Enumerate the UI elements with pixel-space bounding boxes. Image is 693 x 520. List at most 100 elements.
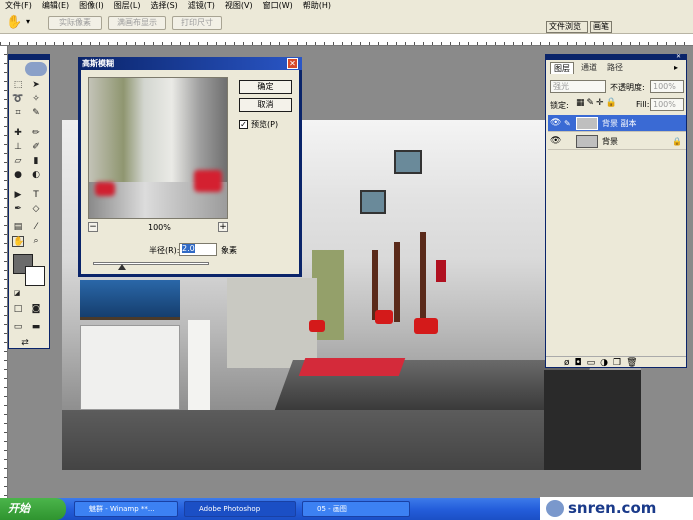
hand-tool-icon[interactable]: ✋ <box>6 15 22 30</box>
tab-layers[interactable]: 图层 <box>550 62 574 74</box>
menu-window[interactable]: 窗口(W) <box>258 0 298 12</box>
blur-preview[interactable] <box>88 77 228 219</box>
print-size-button[interactable]: 打印尺寸 <box>172 16 222 30</box>
fit-screen-button[interactable]: 满画布显示 <box>108 16 166 30</box>
layer-thumbnail <box>576 135 598 148</box>
watermark-text: snren.com <box>568 499 657 517</box>
eyedropper-icon[interactable]: ⁄ <box>30 222 42 233</box>
lock-icons[interactable]: ▦✎✛🔒 <box>576 98 619 108</box>
radius-slider-thumb[interactable] <box>118 264 126 270</box>
gradient-tool-icon[interactable]: ▮ <box>30 156 42 167</box>
tab-channels[interactable]: 通道 <box>578 62 600 74</box>
menu-help[interactable]: 帮助(H) <box>298 0 336 12</box>
menu-layer[interactable]: 图层(L) <box>109 0 146 12</box>
menu-select[interactable]: 选择(S) <box>145 0 182 12</box>
eraser-tool-icon[interactable]: ▱ <box>12 156 24 167</box>
start-button[interactable]: 开始 <box>0 498 66 520</box>
delete-layer-icon[interactable]: 🗑 <box>626 358 642 368</box>
zoom-out-button[interactable]: − <box>88 222 98 232</box>
layers-palette: ✕ 图层 通道 路径 ▸ 强光 不透明度: 100% 锁定: ▦✎✛🔒 Fill… <box>545 54 687 368</box>
eye-icon[interactable]: 👁 <box>550 115 561 132</box>
layer-style-icon[interactable]: ø <box>564 358 575 368</box>
menu-filter[interactable]: 滤镜(T) <box>183 0 220 12</box>
watermark-icon <box>546 500 564 517</box>
taskbar-item-paint[interactable]: 05 - 画图 <box>302 501 410 517</box>
new-layer-icon[interactable]: ❐ <box>613 358 626 368</box>
fill-input[interactable]: 100% <box>650 98 684 111</box>
notes-tool-icon[interactable]: ▤ <box>12 222 24 233</box>
radius-input[interactable]: 2.0 <box>179 243 217 256</box>
move-tool-icon[interactable]: ➤ <box>30 80 42 91</box>
taskbar-item-photoshop[interactable]: Adobe Photoshop <box>184 501 296 517</box>
dodge-tool-icon[interactable]: ◐ <box>30 170 42 181</box>
opacity-input[interactable]: 100% <box>650 80 684 93</box>
lasso-tool-icon[interactable]: ➰ <box>12 94 24 105</box>
layer-thumbnail <box>576 117 598 130</box>
history-brush-icon[interactable]: ✐ <box>30 142 42 153</box>
slice-tool-icon[interactable]: ✎ <box>30 108 42 119</box>
shape-tool-icon[interactable]: ◇ <box>30 204 42 215</box>
default-colors-icon[interactable]: ◪ <box>11 288 23 299</box>
clone-stamp-icon[interactable]: ⊥ <box>12 142 24 153</box>
gaussian-blur-dialog: 高斯模糊 ✕ 确定 取消 ✓ 预览(P) − 100% + 半径(R): 2.0… <box>78 57 302 277</box>
hand-tool-icon-active[interactable]: ✋ <box>12 236 24 247</box>
ok-button[interactable]: 确定 <box>239 80 292 94</box>
jump-to-imageready-icon[interactable]: ⇄ <box>19 338 31 349</box>
menu-file[interactable]: 文件(F) <box>0 0 37 12</box>
layer-row[interactable]: 👁 背景 🔒 <box>548 133 686 150</box>
healing-brush-icon[interactable]: ✚ <box>12 128 24 139</box>
palette-close-icon[interactable]: ✕ <box>676 54 686 60</box>
crop-tool-icon[interactable]: ⌗ <box>12 108 24 119</box>
zoom-tool-icon[interactable]: ⌕ <box>30 236 42 247</box>
radius-unit: 象素 <box>221 246 237 255</box>
menu-edit[interactable]: 编辑(E) <box>37 0 74 12</box>
eye-icon[interactable]: 👁 <box>550 133 561 150</box>
zoom-in-button[interactable]: + <box>218 222 228 232</box>
blur-tool-icon[interactable]: ● <box>12 170 24 181</box>
start-label: 开始 <box>8 502 30 515</box>
pen-tool-icon[interactable]: ✒ <box>12 204 24 215</box>
menu-view[interactable]: 视图(V) <box>220 0 258 12</box>
radius-label: 半径(R): <box>149 246 180 255</box>
blend-mode-select[interactable]: 强光 <box>550 80 606 93</box>
screen-mode-full-icon[interactable]: ▬ <box>30 322 42 333</box>
cushion-red-2 <box>375 310 393 324</box>
marquee-tool-icon[interactable]: ⬚ <box>12 80 24 91</box>
palette-menu-icon[interactable]: ▸ <box>674 63 678 72</box>
chair-dark <box>544 370 641 470</box>
adjustment-layer-icon[interactable]: ◑ <box>600 358 613 368</box>
dialog-title-text: 高斯模糊 <box>82 59 114 68</box>
quick-mask-icon[interactable]: ◙ <box>30 304 42 315</box>
taskbar-item-winamp[interactable]: 魅群 - Winamp **... <box>74 501 178 517</box>
preview-label: 预览(P) <box>251 120 279 129</box>
add-mask-icon[interactable]: ◘ <box>575 358 587 368</box>
close-icon[interactable]: ✕ <box>287 58 298 69</box>
cushion-red-3 <box>414 318 438 334</box>
cancel-button[interactable]: 取消 <box>239 98 292 112</box>
path-select-icon[interactable]: ▶ <box>12 190 24 201</box>
new-set-icon[interactable]: ▭ <box>587 358 601 368</box>
tab-file-browser[interactable]: 文件浏览 <box>546 21 588 33</box>
table-runner-red <box>298 358 406 376</box>
tab-brushes[interactable]: 画笔 <box>590 21 612 33</box>
preview-checkbox[interactable]: ✓ <box>239 120 248 129</box>
magic-wand-icon[interactable]: ✧ <box>30 94 42 105</box>
lock-label: 锁定: <box>550 101 569 110</box>
actual-pixels-button[interactable]: 实际像素 <box>48 16 102 30</box>
brush-tool-icon[interactable]: ✏ <box>30 128 42 139</box>
background-color-swatch[interactable] <box>25 266 45 286</box>
aquarium-image <box>80 280 180 320</box>
layer-row[interactable]: 👁 ✎ 背景 副本 <box>548 115 686 132</box>
type-tool-icon[interactable]: T <box>30 190 42 201</box>
tab-paths[interactable]: 路径 <box>604 62 626 74</box>
menu-image[interactable]: 图像(I) <box>74 0 109 12</box>
radius-slider[interactable] <box>93 262 209 265</box>
watermark-logo: snren.com <box>540 497 693 520</box>
photoshop-eye-icon[interactable] <box>25 62 47 76</box>
screen-mode-standard-icon[interactable]: ▭ <box>12 322 24 333</box>
brush-link-icon: ✎ <box>564 119 571 128</box>
standard-mode-icon[interactable]: □ <box>12 304 24 315</box>
menu-bar: 文件(F) 编辑(E) 图像(I) 图层(L) 选择(S) 滤镜(T) 视图(V… <box>0 0 693 12</box>
cabinet-image <box>80 325 180 410</box>
tool-preset-chevron-icon[interactable]: ▾ <box>26 17 30 26</box>
